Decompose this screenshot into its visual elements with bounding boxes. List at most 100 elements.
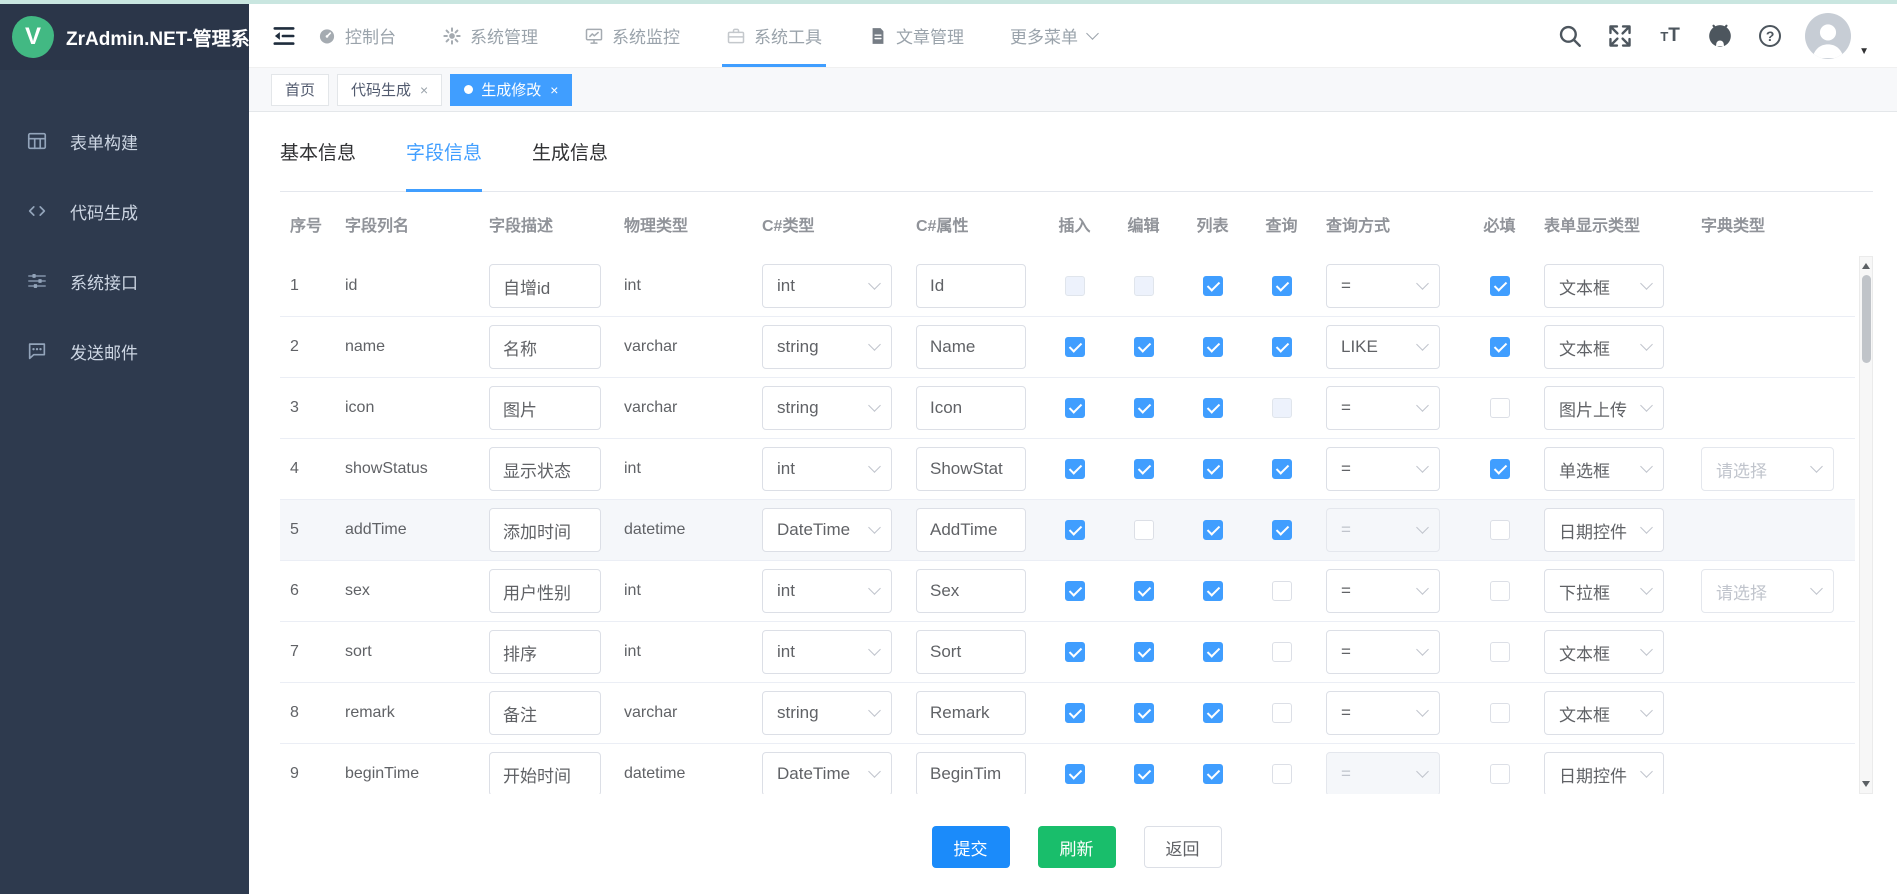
edit-checkbox[interactable] xyxy=(1134,520,1154,540)
view-tag[interactable]: 代码生成× xyxy=(337,74,442,106)
cs-attr-input[interactable] xyxy=(916,508,1026,552)
display-type-select[interactable]: 单选框 xyxy=(1544,447,1664,491)
cs-type-select[interactable]: int xyxy=(762,630,892,674)
query-checkbox[interactable] xyxy=(1272,642,1292,662)
nav-item-console[interactable]: 控制台 xyxy=(317,4,396,67)
search-icon[interactable] xyxy=(1557,23,1583,49)
sidebar-collapse-icon[interactable] xyxy=(271,23,297,49)
query-mode-select[interactable]: = xyxy=(1326,386,1440,430)
cs-attr-input[interactable] xyxy=(916,752,1026,794)
display-type-select[interactable]: 日期控件 xyxy=(1544,508,1664,552)
dict-type-select[interactable]: 请选择 xyxy=(1701,447,1834,491)
display-type-select[interactable]: 文本框 xyxy=(1544,691,1664,735)
scrollbar-thumb[interactable] xyxy=(1862,275,1871,363)
list-checkbox[interactable] xyxy=(1203,398,1223,418)
required-checkbox[interactable] xyxy=(1490,276,1510,296)
insert-checkbox[interactable] xyxy=(1065,398,1085,418)
cs-type-select[interactable]: DateTime xyxy=(762,752,892,794)
list-checkbox[interactable] xyxy=(1203,642,1223,662)
list-checkbox[interactable] xyxy=(1203,459,1223,479)
sidebar-item-send-mail[interactable]: 发送邮件 xyxy=(0,316,249,386)
fullscreen-icon[interactable] xyxy=(1607,23,1633,49)
query-checkbox[interactable] xyxy=(1272,764,1292,784)
query-checkbox[interactable] xyxy=(1272,459,1292,479)
list-checkbox[interactable] xyxy=(1203,337,1223,357)
edit-checkbox[interactable] xyxy=(1134,764,1154,784)
close-icon[interactable]: × xyxy=(550,83,558,97)
tab-基本信息[interactable]: 基本信息 xyxy=(280,138,356,191)
list-checkbox[interactable] xyxy=(1203,764,1223,784)
cs-attr-input[interactable] xyxy=(916,264,1026,308)
query-checkbox[interactable] xyxy=(1272,703,1292,723)
back-button[interactable]: 返回 xyxy=(1144,826,1222,868)
list-checkbox[interactable] xyxy=(1203,276,1223,296)
query-checkbox[interactable] xyxy=(1272,337,1292,357)
scroll-down-arrow[interactable] xyxy=(1860,777,1872,791)
cs-attr-input[interactable] xyxy=(916,691,1026,735)
view-tag[interactable]: 首页 xyxy=(271,74,329,106)
list-checkbox[interactable] xyxy=(1203,703,1223,723)
query-checkbox[interactable] xyxy=(1272,581,1292,601)
required-checkbox[interactable] xyxy=(1490,337,1510,357)
display-type-select[interactable]: 文本框 xyxy=(1544,264,1664,308)
display-type-select[interactable]: 文本框 xyxy=(1544,630,1664,674)
sidebar-item-form-build[interactable]: 表单构建 xyxy=(0,106,249,176)
edit-checkbox[interactable] xyxy=(1134,581,1154,601)
field-desc-input[interactable] xyxy=(489,569,601,613)
query-checkbox[interactable] xyxy=(1272,520,1292,540)
cs-type-select[interactable]: int xyxy=(762,569,892,613)
nav-item-system-tools[interactable]: 系统工具 xyxy=(726,4,822,67)
query-mode-select[interactable]: = xyxy=(1326,569,1440,613)
cs-attr-input[interactable] xyxy=(916,447,1026,491)
edit-checkbox[interactable] xyxy=(1134,459,1154,479)
field-desc-input[interactable] xyxy=(489,630,601,674)
cs-attr-input[interactable] xyxy=(916,569,1026,613)
help-icon[interactable]: ? xyxy=(1757,23,1783,49)
scroll-up-arrow[interactable] xyxy=(1860,259,1872,273)
cs-attr-input[interactable] xyxy=(916,630,1026,674)
cs-type-select[interactable]: string xyxy=(762,386,892,430)
display-type-select[interactable]: 日期控件 xyxy=(1544,752,1664,794)
nav-item-article-admin[interactable]: 文章管理 xyxy=(868,4,964,67)
required-checkbox[interactable] xyxy=(1490,703,1510,723)
github-icon[interactable] xyxy=(1707,23,1733,49)
display-type-select[interactable]: 图片上传 xyxy=(1544,386,1664,430)
field-desc-input[interactable] xyxy=(489,508,601,552)
insert-checkbox[interactable] xyxy=(1065,581,1085,601)
edit-checkbox[interactable] xyxy=(1134,703,1154,723)
cs-type-select[interactable]: string xyxy=(762,691,892,735)
font-size-icon[interactable]: TT xyxy=(1657,23,1683,49)
query-mode-select[interactable]: = xyxy=(1326,752,1440,794)
cs-attr-input[interactable] xyxy=(916,325,1026,369)
edit-checkbox[interactable] xyxy=(1134,398,1154,418)
sidebar-item-system-api[interactable]: 系统接口 xyxy=(0,246,249,316)
required-checkbox[interactable] xyxy=(1490,581,1510,601)
insert-checkbox[interactable] xyxy=(1065,642,1085,662)
query-mode-select[interactable]: LIKE xyxy=(1326,325,1440,369)
edit-checkbox[interactable] xyxy=(1134,642,1154,662)
logo-row[interactable]: V ZrAdmin.NET-管理系统 xyxy=(0,4,249,70)
query-mode-select[interactable]: = xyxy=(1326,508,1440,552)
required-checkbox[interactable] xyxy=(1490,764,1510,784)
cs-type-select[interactable]: string xyxy=(762,325,892,369)
insert-checkbox[interactable] xyxy=(1065,520,1085,540)
refresh-button[interactable]: 刷新 xyxy=(1038,826,1116,868)
display-type-select[interactable]: 文本框 xyxy=(1544,325,1664,369)
nav-item-system-monitor[interactable]: 系统监控 xyxy=(584,4,680,67)
tab-字段信息[interactable]: 字段信息 xyxy=(406,138,482,191)
close-icon[interactable]: × xyxy=(420,83,428,97)
insert-checkbox[interactable] xyxy=(1065,337,1085,357)
cs-type-select[interactable]: int xyxy=(762,264,892,308)
field-desc-input[interactable] xyxy=(489,264,601,308)
edit-checkbox[interactable] xyxy=(1134,337,1154,357)
query-mode-select[interactable]: = xyxy=(1326,630,1440,674)
field-desc-input[interactable] xyxy=(489,386,601,430)
query-mode-select[interactable]: = xyxy=(1326,264,1440,308)
cs-type-select[interactable]: int xyxy=(762,447,892,491)
required-checkbox[interactable] xyxy=(1490,459,1510,479)
dict-type-select[interactable]: 请选择 xyxy=(1701,569,1834,613)
field-desc-input[interactable] xyxy=(489,325,601,369)
list-checkbox[interactable] xyxy=(1203,581,1223,601)
cs-type-select[interactable]: DateTime xyxy=(762,508,892,552)
insert-checkbox[interactable] xyxy=(1065,703,1085,723)
